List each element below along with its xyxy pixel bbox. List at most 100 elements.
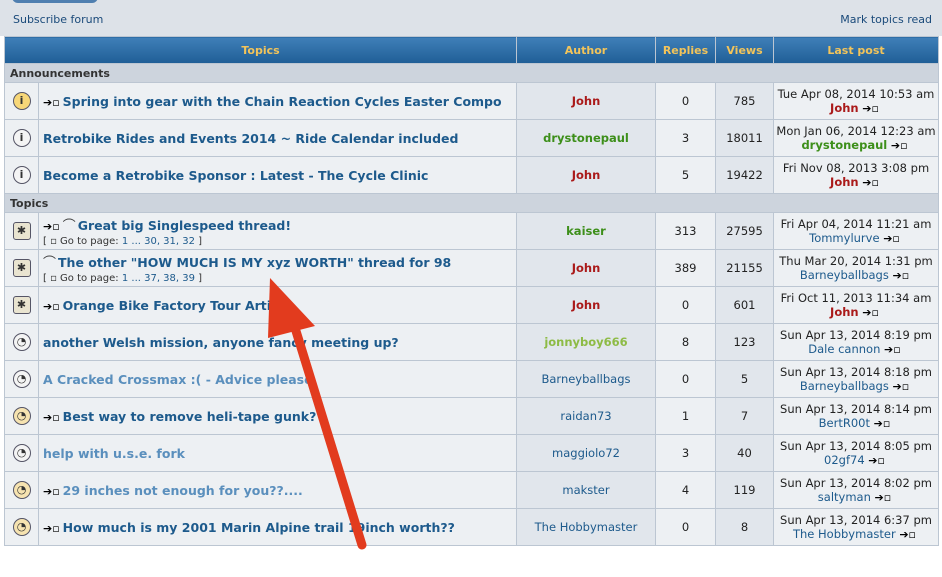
topic-icon: ◔: [4, 434, 39, 472]
replies-count: 1: [655, 397, 716, 435]
last-post-date: Sun Apr 13, 2014 8:14 pm: [780, 401, 932, 416]
last-post-author[interactable]: The Hobbymaster: [793, 527, 896, 541]
mark-topics-read-link[interactable]: Mark topics read: [840, 13, 932, 26]
last-post-author[interactable]: John: [830, 175, 859, 189]
go-to-newest-post-icon[interactable]: ➔▫: [883, 232, 900, 245]
go-to-newest-post-icon[interactable]: ➔▫: [875, 491, 892, 504]
views-count: 8: [715, 508, 774, 546]
go-to-newest-post-icon[interactable]: ➔▫: [43, 485, 60, 498]
paperclip-icon: ⌒: [43, 256, 57, 271]
author-link[interactable]: raidan73: [560, 409, 611, 423]
go-to-newest-post-icon[interactable]: ➔▫: [884, 343, 901, 356]
topic-title-link[interactable]: Great big Singlespeed thread!: [78, 218, 291, 233]
go-to-newest-post-icon[interactable]: ➔▫: [862, 102, 879, 115]
hot-topic-icon: ✱: [4, 249, 39, 287]
views-count: 601: [715, 286, 774, 324]
last-post-author[interactable]: drystonepaul: [801, 138, 887, 152]
col-topics: Topics: [4, 36, 517, 64]
page-links[interactable]: 1 ... 37, 38, 39: [122, 273, 195, 284]
last-post-author[interactable]: BertR00t: [819, 416, 870, 430]
table-row: i Become a Retrobike Sponsor : Latest - …: [4, 156, 939, 194]
topics-table: Topics Author Replies Views Last post An…: [4, 36, 939, 546]
views-count: 27595: [715, 212, 774, 250]
go-to-newest-post-icon[interactable]: ➔▫: [899, 528, 916, 541]
last-post-date: Fri Nov 08, 2013 3:08 pm: [782, 160, 930, 175]
replies-count: 8: [655, 323, 716, 361]
go-to-newest-post-icon[interactable]: ➔▫: [43, 411, 60, 424]
topic-title-link[interactable]: another Welsh mission, anyone fancy meet…: [43, 335, 399, 350]
topic-title-link[interactable]: help with u.s.e. fork: [43, 446, 185, 461]
author-link[interactable]: John: [572, 94, 601, 108]
go-to-newest-post-icon[interactable]: ➔▫: [891, 139, 908, 152]
top-toolbar: Subscribe forum Mark topics read: [0, 0, 942, 36]
table-row: i ➔▫ Spring into gear with the Chain Reac…: [4, 82, 939, 120]
author-link[interactable]: drystonepaul: [543, 131, 629, 145]
author-link[interactable]: The Hobbymaster: [535, 520, 638, 534]
go-to-newest-post-icon[interactable]: ➔▫: [893, 380, 910, 393]
topic-title-link[interactable]: Best way to remove heli-tape gunk?: [63, 409, 317, 424]
topic-icon: ◔: [4, 360, 39, 398]
table-row: ✱ ⌒ The other "HOW MUCH IS MY xyz WORTH" …: [4, 249, 939, 287]
subscribe-forum-link[interactable]: Subscribe forum: [13, 13, 103, 26]
last-post-date: Mon Jan 06, 2014 12:23 am: [776, 123, 936, 138]
replies-count: 3: [655, 119, 716, 157]
topic-title-link[interactable]: Spring into gear with the Chain Reaction…: [63, 94, 502, 109]
go-to-newest-post-icon[interactable]: ➔▫: [43, 220, 60, 233]
col-views: Views: [715, 36, 774, 64]
last-post-author[interactable]: Dale cannon: [808, 342, 880, 356]
go-to-newest-post-icon[interactable]: ➔▫: [43, 300, 60, 313]
last-post-date: Sun Apr 13, 2014 8:19 pm: [780, 327, 932, 342]
topic-title-link[interactable]: A Cracked Crossmax :( - Advice please: [43, 372, 313, 387]
views-count: 5: [715, 360, 774, 398]
author-link[interactable]: John: [572, 298, 601, 312]
last-post-author[interactable]: 02gf74: [824, 453, 865, 467]
last-post-date: Tue Apr 08, 2014 10:53 am: [777, 86, 935, 101]
author-link[interactable]: John: [572, 261, 601, 275]
views-count: 785: [715, 82, 774, 120]
table-row: ✱ ➔▫ ⌒ Great big Singlespeed thread! [ ▫ G…: [4, 212, 939, 250]
topic-title-link[interactable]: Orange Bike Factory Tour Article: [63, 298, 292, 313]
replies-count: 0: [655, 82, 716, 120]
views-count: 123: [715, 323, 774, 361]
go-to-newest-post-icon[interactable]: ➔▫: [43, 96, 60, 109]
last-post-date: Fri Apr 04, 2014 11:21 am: [780, 216, 932, 231]
table-row: ◔ ➔▫ How much is my 2001 Marin Alpine tra…: [4, 508, 939, 546]
last-post-date: Sun Apr 13, 2014 8:02 pm: [780, 475, 932, 490]
author-link[interactable]: maggiolo72: [552, 446, 620, 460]
pagination: [ ▫ Go to page: 1 ... 37, 38, 39 ]: [43, 273, 203, 284]
views-count: 18011: [715, 119, 774, 157]
author-link[interactable]: jonnyboy666: [544, 335, 627, 349]
go-to-newest-post-icon[interactable]: ➔▫: [862, 176, 879, 189]
topic-title-link[interactable]: Become a Retrobike Sponsor : Latest - Th…: [43, 168, 428, 183]
last-post-author[interactable]: Tommylurve: [809, 231, 879, 245]
views-count: 21155: [715, 249, 774, 287]
go-to-newest-post-icon[interactable]: ➔▫: [862, 306, 879, 319]
info-icon: i: [4, 119, 39, 157]
author-link[interactable]: Barneyballbags: [541, 372, 630, 386]
go-to-newest-post-icon[interactable]: ➔▫: [43, 522, 60, 535]
go-to-newest-post-icon[interactable]: ➔▫: [893, 269, 910, 282]
replies-count: 389: [655, 249, 716, 287]
last-post-author[interactable]: saltyman: [818, 490, 871, 504]
views-count: 7: [715, 397, 774, 435]
pagination: [ ▫ Go to page: 1 ... 30, 31, 32 ]: [43, 236, 203, 247]
author-link[interactable]: John: [572, 168, 601, 182]
last-post-author[interactable]: Barneyballbags: [800, 268, 889, 282]
last-post-author[interactable]: Barneyballbags: [800, 379, 889, 393]
col-author: Author: [516, 36, 656, 64]
go-to-newest-post-icon[interactable]: ➔▫: [874, 417, 891, 430]
topic-title-link[interactable]: 29 inches not enough for you??....: [63, 483, 303, 498]
topic-icon: ◔: [4, 508, 39, 546]
last-post-author[interactable]: John: [830, 305, 859, 319]
table-row: ◔ A Cracked Crossmax :( - Advice please …: [4, 360, 939, 398]
top-tab-decoration: [12, 0, 98, 3]
topic-title-link[interactable]: The other "HOW MUCH IS MY xyz WORTH" thr…: [58, 255, 451, 270]
replies-count: 5: [655, 156, 716, 194]
author-link[interactable]: kaiser: [566, 224, 606, 238]
last-post-author[interactable]: John: [830, 101, 859, 115]
topic-title-link[interactable]: Retrobike Rides and Events 2014 ~ Ride C…: [43, 131, 458, 146]
go-to-newest-post-icon[interactable]: ➔▫: [868, 454, 885, 467]
topic-title-link[interactable]: How much is my 2001 Marin Alpine trail 1…: [63, 520, 455, 535]
author-link[interactable]: makster: [562, 483, 609, 497]
page-links[interactable]: 1 ... 30, 31, 32: [122, 236, 195, 247]
